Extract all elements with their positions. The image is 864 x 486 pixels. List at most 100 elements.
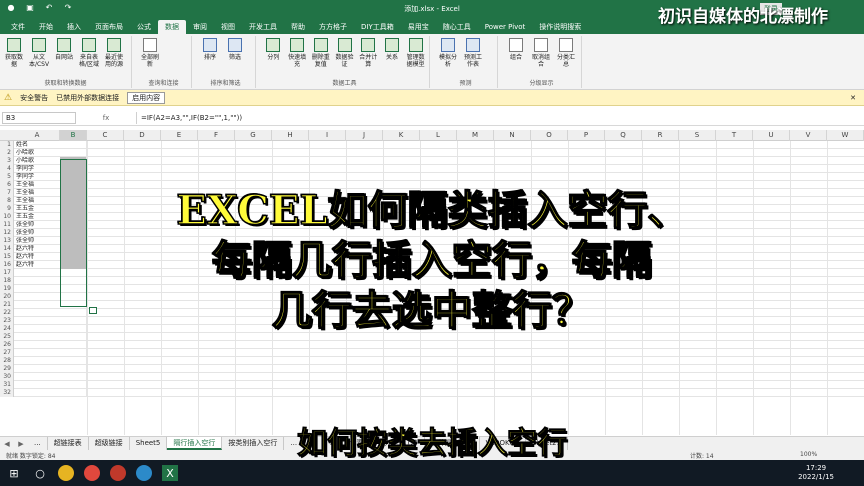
ribbon-tab[interactable]: 帮助	[284, 20, 312, 34]
column-header[interactable]: S	[679, 130, 716, 141]
cell-a[interactable]	[15, 373, 60, 381]
search-icon[interactable]: ○	[32, 465, 48, 481]
ribbon-tab[interactable]: 方方格子	[312, 20, 354, 34]
cell-b[interactable]	[60, 349, 87, 357]
row-header[interactable]: 29	[0, 365, 14, 373]
ribbon-button[interactable]: 筛选	[224, 38, 246, 61]
recorder-icon[interactable]	[110, 465, 126, 481]
column-header[interactable]: R	[642, 130, 679, 141]
cell-a[interactable]	[15, 381, 60, 389]
ribbon-tab[interactable]: 随心工具	[436, 20, 478, 34]
column-header[interactable]: N	[494, 130, 531, 141]
column-header[interactable]: H	[272, 130, 309, 141]
cell-b[interactable]	[60, 373, 87, 381]
ribbon-tab[interactable]: 页面布局	[88, 20, 130, 34]
ribbon-button[interactable]: 获取数据	[3, 38, 25, 68]
ribbon-button[interactable]: 分类汇总	[555, 38, 577, 68]
ribbon-button[interactable]: 数据验证	[334, 38, 355, 68]
ribbon-tab[interactable]: Power Pivot	[478, 20, 533, 34]
fx-icon[interactable]: fx	[76, 114, 136, 122]
column-header[interactable]: K	[383, 130, 420, 141]
ribbon-tab[interactable]: 插入	[60, 20, 88, 34]
ribbon-button[interactable]: 来自表格/区域	[78, 38, 100, 68]
column-header[interactable]: V	[790, 130, 827, 141]
row-header[interactable]: 32	[0, 389, 14, 397]
column-header[interactable]: U	[753, 130, 790, 141]
cell-b[interactable]	[60, 149, 87, 157]
ribbon-button[interactable]: 从文本/CSV	[28, 38, 50, 68]
ribbon-button[interactable]: 取消组合	[530, 38, 552, 68]
ribbon-button[interactable]: 排序	[199, 38, 221, 61]
column-header[interactable]: B	[60, 130, 87, 141]
column-header[interactable]: Q	[605, 130, 642, 141]
ribbon-button[interactable]: 管理数据模型	[405, 38, 426, 68]
column-header[interactable]: J	[346, 130, 383, 141]
row-header[interactable]: 4	[0, 165, 14, 173]
row-header[interactable]: 3	[0, 157, 14, 165]
ribbon-button[interactable]: 自网站	[53, 38, 75, 68]
ribbon-button[interactable]: 删除重复值	[310, 38, 331, 68]
ribbon-button[interactable]: 预测工作表	[462, 38, 484, 68]
ribbon-button[interactable]: 关系	[382, 38, 403, 68]
cell-a[interactable]: 小哈歌	[15, 149, 60, 157]
ribbon-tab[interactable]: 视图	[214, 20, 242, 34]
row-header[interactable]: 2	[0, 149, 14, 157]
column-header[interactable]: C	[87, 130, 124, 141]
start-icon[interactable]: ⊞	[6, 465, 22, 481]
cell-b[interactable]	[60, 141, 87, 149]
column-header[interactable]: E	[161, 130, 198, 141]
cell-a[interactable]: 姓名	[15, 141, 60, 149]
cell-b[interactable]	[60, 389, 87, 397]
row-header[interactable]: 27	[0, 349, 14, 357]
excel-icon[interactable]: X	[162, 465, 178, 481]
ribbon-button[interactable]: 最近使用的源	[103, 38, 125, 68]
ribbon-tab[interactable]: 公式	[130, 20, 158, 34]
cell-a[interactable]	[15, 341, 60, 349]
cell-a[interactable]	[15, 349, 60, 357]
column-header[interactable]: M	[457, 130, 494, 141]
explorer-icon[interactable]	[58, 465, 74, 481]
ribbon-button[interactable]: 全部刷新	[139, 38, 161, 68]
column-header[interactable]: I	[309, 130, 346, 141]
ribbon-tab[interactable]: 文件	[4, 20, 32, 34]
cell-b[interactable]	[60, 341, 87, 349]
row-header[interactable]: 31	[0, 381, 14, 389]
enable-content-button[interactable]: 启用内容	[127, 91, 166, 104]
cell-b[interactable]	[60, 357, 87, 365]
cell-a[interactable]: 李同学	[15, 165, 60, 173]
column-header[interactable]: G	[235, 130, 272, 141]
column-header[interactable]: F	[198, 130, 235, 141]
ribbon-button[interactable]: 组合	[505, 38, 527, 68]
cell-b[interactable]	[60, 381, 87, 389]
ribbon-button[interactable]: 模拟分析	[437, 38, 459, 68]
ribbon-tab[interactable]: 开发工具	[242, 20, 284, 34]
ribbon-tab[interactable]: 开始	[32, 20, 60, 34]
ribbon-button[interactable]: 快速填充	[287, 38, 308, 68]
cell-a[interactable]	[15, 357, 60, 365]
column-header[interactable]: T	[716, 130, 753, 141]
ribbon-tab[interactable]: 易用宝	[401, 20, 436, 34]
ribbon-button[interactable]: 分列	[263, 38, 284, 68]
ribbon-tab[interactable]: 审阅	[186, 20, 214, 34]
close-icon[interactable]: ✕	[850, 94, 856, 102]
row-header[interactable]: 1	[0, 141, 14, 149]
column-header[interactable]: W	[827, 130, 864, 141]
name-box[interactable]: B3	[2, 111, 76, 124]
column-header[interactable]: A	[15, 130, 60, 141]
row-header[interactable]: 30	[0, 373, 14, 381]
column-header[interactable]: L	[420, 130, 457, 141]
ribbon-tab[interactable]: 操作说明搜索	[532, 20, 588, 34]
ribbon-tab[interactable]: DIY工具箱	[354, 20, 401, 34]
ribbon-button[interactable]: 合并计算	[358, 38, 379, 68]
column-header[interactable]: D	[124, 130, 161, 141]
app-icon[interactable]	[84, 465, 100, 481]
browser-icon[interactable]	[136, 465, 152, 481]
formula-input[interactable]: =IF(A2=A3,"",IF(B2="",1,""))	[136, 111, 864, 124]
column-header[interactable]: O	[531, 130, 568, 141]
row-header[interactable]: 28	[0, 357, 14, 365]
column-header[interactable]: P	[568, 130, 605, 141]
row-header[interactable]: 26	[0, 341, 14, 349]
cell-a[interactable]	[15, 389, 60, 397]
cell-a[interactable]: 小哈歌	[15, 157, 60, 165]
cell-b[interactable]	[60, 365, 87, 373]
